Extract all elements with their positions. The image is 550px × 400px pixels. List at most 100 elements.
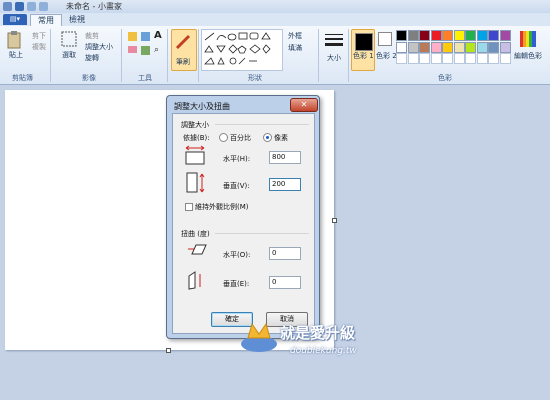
color-picker-icon[interactable] (141, 46, 150, 55)
pixels-radio[interactable] (263, 133, 272, 142)
watermark-url: doublekung.tw (290, 346, 357, 356)
tab-view[interactable]: 檢視 (62, 14, 92, 26)
resize-dialog: 調整大小及扭曲 ✕ 調整大小 依據(B): 百分比 像素 水平(H): 800 … (166, 95, 320, 339)
resize-button[interactable]: 調整大小 (85, 42, 113, 52)
resize-handle-right[interactable] (332, 218, 337, 223)
custom-color-swatch[interactable] (499, 53, 511, 64)
palette-swatch[interactable] (465, 41, 476, 53)
custom-color-swatch[interactable] (488, 53, 499, 64)
pixels-label: 像素 (274, 134, 288, 142)
edit-colors-icon[interactable] (520, 31, 536, 47)
rotate-button[interactable]: 旋轉 (85, 53, 99, 63)
horizontal-skew-icon (188, 244, 207, 255)
outline-button[interactable]: 外框 (288, 31, 302, 41)
color2-swatch[interactable] (378, 32, 392, 46)
palette-swatch[interactable] (430, 41, 442, 53)
size-button[interactable]: 大小 (327, 53, 341, 63)
fill-icon[interactable] (141, 32, 150, 41)
color2-label: 色彩 2 (376, 52, 397, 60)
palette-swatch[interactable] (476, 41, 488, 53)
custom-color-swatch[interactable] (476, 53, 488, 64)
size-icon[interactable] (325, 33, 343, 49)
skew-section-label: 扭曲 (度) (181, 230, 210, 238)
palette-swatch[interactable] (419, 30, 430, 41)
palette-swatch[interactable] (430, 30, 442, 41)
vertical-label: 垂直(V): (223, 182, 250, 190)
select-button[interactable]: 選取 (62, 50, 76, 60)
color1-button[interactable] (351, 29, 375, 71)
skew-v-label: 垂直(E): (223, 280, 250, 288)
color1-swatch (355, 33, 373, 51)
palette-swatch[interactable] (488, 30, 499, 41)
save-icon[interactable] (15, 2, 24, 11)
brush-icon (175, 34, 191, 50)
title-bar: 未命名 - 小畫家 (0, 0, 550, 13)
pencil-icon[interactable] (128, 32, 137, 41)
vertical-input[interactable]: 200 (269, 178, 301, 191)
fill-button[interactable]: 填滿 (288, 43, 302, 53)
crop-button[interactable]: 裁剪 (85, 31, 99, 41)
tools-group-label: 工具 (138, 74, 152, 82)
palette-swatch[interactable] (442, 30, 453, 41)
skew-h-input[interactable]: 0 (269, 247, 301, 260)
skew-v-input[interactable]: 0 (269, 276, 301, 289)
cut-button[interactable]: 剪下 (32, 31, 46, 41)
color1-label: 色彩 1 (353, 52, 374, 60)
palette-swatch[interactable] (453, 30, 465, 41)
palette-swatch[interactable] (419, 41, 430, 53)
shapes-group-label: 形狀 (248, 74, 262, 82)
custom-color-swatch[interactable] (465, 53, 476, 64)
text-icon[interactable]: A (154, 30, 162, 41)
undo-icon[interactable] (27, 2, 36, 11)
app-icon[interactable] (3, 2, 12, 11)
paint-menu-button[interactable]: ▤▾ (3, 14, 27, 25)
custom-color-swatch[interactable] (430, 53, 442, 64)
resize-handle-bottom[interactable] (166, 348, 171, 353)
palette-swatch[interactable] (407, 41, 419, 53)
vertical-resize-icon (186, 172, 205, 193)
custom-color-swatch[interactable] (396, 53, 407, 64)
watermark-logo (241, 322, 277, 352)
clipboard-group-label: 剪貼簿 (12, 74, 33, 82)
horizontal-label: 水平(H): (223, 155, 251, 163)
custom-color-swatch[interactable] (453, 53, 465, 64)
shapes-icon (204, 32, 271, 65)
paste-icon[interactable] (7, 31, 21, 49)
paste-button[interactable]: 貼上 (9, 50, 23, 60)
copy-button[interactable]: 複製 (32, 42, 46, 52)
palette-swatch[interactable] (476, 30, 488, 41)
palette-swatch[interactable] (396, 41, 407, 53)
dialog-title: 調整大小及扭曲 (174, 102, 230, 111)
horizontal-resize-icon (185, 145, 205, 165)
custom-color-swatch[interactable] (442, 53, 453, 64)
keep-ratio-label: 維持外觀比例(M) (195, 203, 249, 211)
redo-icon[interactable] (39, 2, 48, 11)
brushes-label: 筆刷 (176, 58, 190, 66)
image-group-label: 影像 (82, 74, 96, 82)
vertical-skew-icon (188, 271, 201, 290)
palette-swatch[interactable] (453, 41, 465, 53)
palette-swatch[interactable] (488, 41, 499, 53)
shapes-gallery[interactable] (201, 29, 283, 71)
custom-color-swatch[interactable] (407, 53, 419, 64)
keep-ratio-checkbox[interactable] (185, 203, 193, 211)
horizontal-input[interactable]: 800 (269, 151, 301, 164)
palette-swatch[interactable] (465, 30, 476, 41)
close-button[interactable]: ✕ (290, 98, 318, 112)
palette-swatch[interactable] (499, 41, 511, 53)
magnifier-icon[interactable]: ⌕ (154, 45, 159, 55)
edit-colors-button[interactable]: 編輯色彩 (514, 51, 542, 61)
palette-swatch[interactable] (499, 30, 511, 41)
skew-h-label: 水平(O): (223, 251, 251, 259)
palette-swatch[interactable] (407, 30, 419, 41)
palette-swatch[interactable] (442, 41, 453, 53)
ribbon: 貼上 剪下 複製 剪貼簿 選取 裁剪 調整大小 旋轉 影像 A ⌕ 工具 筆刷 … (0, 26, 550, 85)
dialog-body: 調整大小 依據(B): 百分比 像素 水平(H): 800 垂直(V): 200… (172, 113, 315, 334)
percent-radio[interactable] (219, 133, 228, 142)
eraser-icon[interactable] (128, 46, 137, 53)
custom-color-swatch[interactable] (419, 53, 430, 64)
palette-swatch[interactable] (396, 30, 407, 41)
colors-group-label: 色彩 (438, 74, 452, 82)
resize-section-label: 調整大小 (181, 121, 209, 129)
select-icon[interactable] (61, 31, 77, 47)
